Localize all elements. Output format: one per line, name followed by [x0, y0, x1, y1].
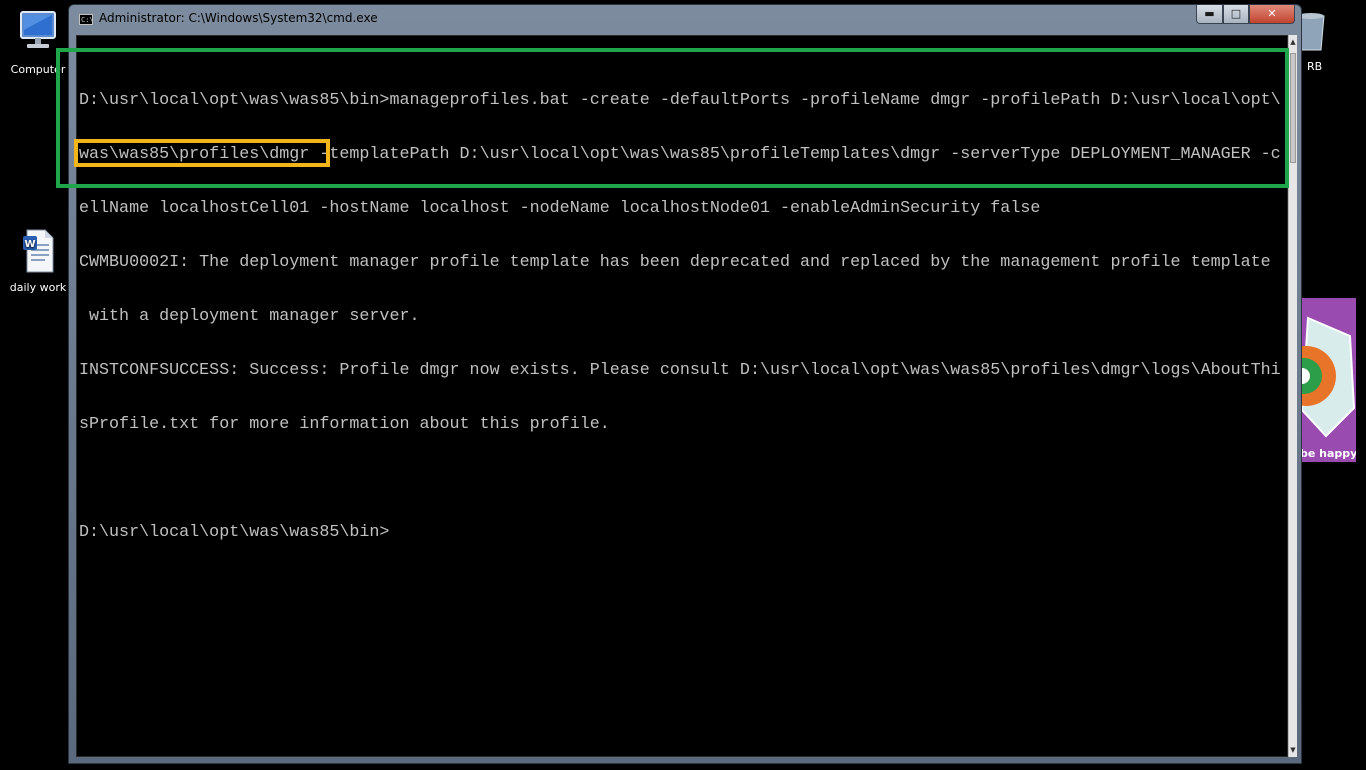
console-line: with a deployment manager server.	[79, 307, 420, 326]
scroll-up-arrow-icon[interactable]: ▲	[1289, 35, 1297, 49]
scroll-thumb[interactable]	[1290, 53, 1296, 163]
desktop-icon-label: RB	[1307, 60, 1323, 73]
word-document-icon: W	[23, 229, 54, 273]
cmd-icon: C:\	[79, 14, 94, 25]
scroll-down-arrow-icon[interactable]: ▼	[1289, 743, 1297, 757]
console-line: INSTCONFSUCCESS: Success: Profile dmgr n…	[79, 361, 1281, 380]
wallpaper-image: be happy	[1298, 298, 1356, 462]
console-line: sProfile.txt for more information about …	[79, 415, 610, 434]
console-line: ellName localhostCell01 -hostName localh…	[79, 199, 1041, 218]
maximize-button[interactable]: □	[1223, 5, 1249, 24]
wallpaper-label: be happy	[1300, 447, 1356, 460]
desktop-icon-daily-work[interactable]: W daily work	[3, 226, 73, 294]
desktop-icon-label: daily work	[9, 281, 67, 294]
window-controls: ▬ □ ✕	[1196, 5, 1295, 25]
desktop: Computer W daily work RB be happy C:\ Ad…	[0, 0, 1366, 770]
highlight-box-success-message	[74, 139, 330, 167]
vertical-scrollbar[interactable]: ▲ ▼	[1288, 35, 1297, 757]
close-button[interactable]: ✕	[1249, 5, 1295, 24]
title-bar[interactable]: C:\ Administrator: C:\Windows\System32\c…	[69, 5, 1301, 33]
minimize-button[interactable]: ▬	[1196, 5, 1223, 24]
console-prompt: D:\usr\local\opt\was\was85\bin>	[79, 523, 390, 542]
pentagon-logo-icon	[1298, 316, 1356, 438]
console-line: CWMBU0002I: The deployment manager profi…	[79, 253, 1271, 272]
highlight-box-command-output	[56, 48, 1289, 188]
window-title: Administrator: C:\Windows\System32\cmd.e…	[99, 11, 378, 25]
svg-text:W: W	[24, 239, 35, 250]
